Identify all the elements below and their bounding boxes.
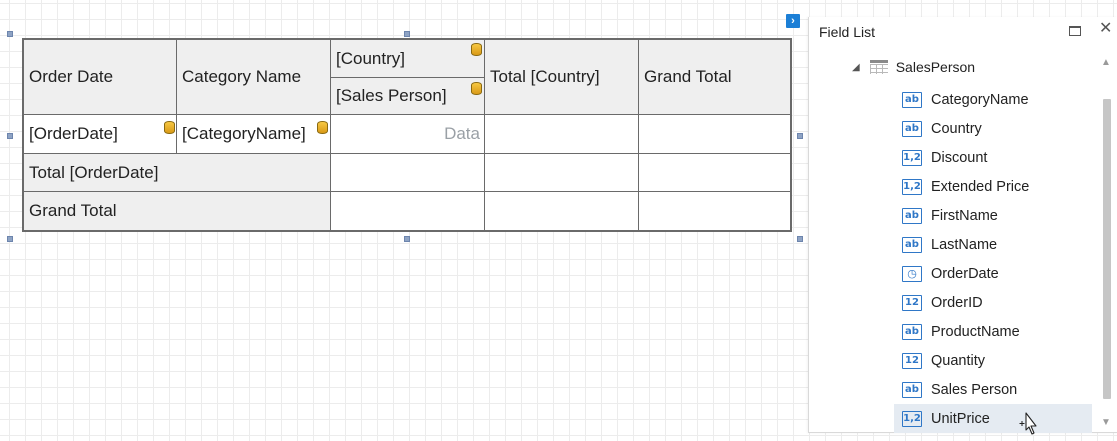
total-order-date-row[interactable]: Total [OrderDate] (24, 154, 331, 192)
maximize-icon[interactable] (1069, 26, 1081, 36)
field-item-label: UnitPrice (931, 410, 990, 427)
total-country-cell[interactable] (485, 115, 639, 154)
database-field-icon (164, 121, 175, 134)
collapse-arrow-icon[interactable]: ◢ (852, 62, 860, 73)
database-field-icon (471, 82, 482, 95)
field-item-label: LastName (931, 236, 998, 253)
category-name-row-field-label: [CategoryName] (182, 124, 306, 143)
decimal-type-icon: 1,2 (902, 149, 922, 166)
field-item-label: CategoryName (931, 91, 1029, 108)
sales-person-column-field-label: [Sales Person] (336, 86, 447, 105)
database-field-icon (317, 121, 328, 134)
resize-handle-left[interactable] (7, 133, 13, 139)
string-type-icon: ab (902, 120, 922, 137)
field-item[interactable]: ab CategoryName (902, 85, 1100, 114)
resize-handle-top-left[interactable] (7, 31, 13, 37)
string-type-icon: ab (902, 236, 922, 253)
tree-node-salesperson[interactable]: ◢ SalesPerson (852, 57, 975, 77)
resize-handle-bottom[interactable] (404, 236, 410, 242)
pivot-grid[interactable]: Order Date Category Name [Country] [Sale… (22, 38, 792, 232)
order-date-header[interactable]: Order Date (24, 40, 177, 115)
grand-total-cell[interactable] (639, 115, 790, 154)
scroll-down-arrow-icon[interactable]: ▼ (1101, 417, 1111, 428)
field-item[interactable]: ab LastName (902, 230, 1100, 259)
smart-tag-button[interactable]: › (786, 14, 800, 28)
tree-node-label: SalesPerson (895, 59, 976, 75)
field-item[interactable]: ab FirstName (902, 201, 1100, 230)
field-item-label: Extended Price (931, 178, 1030, 195)
field-item[interactable]: ◷ OrderDate (902, 259, 1100, 288)
country-column-field-label: [Country] (336, 48, 405, 68)
mouse-pointer-icon (1019, 412, 1037, 435)
data-cell[interactable]: Data (331, 115, 485, 154)
datetime-type-icon: ◷ (902, 265, 922, 282)
field-item-label: Sales Person (931, 381, 1018, 398)
order-date-row-field[interactable]: [OrderDate] (24, 115, 177, 154)
grand-total-column-header[interactable]: Grand Total (639, 40, 790, 115)
order-date-row-field-label: [OrderDate] (29, 124, 118, 143)
string-type-icon: ab (902, 381, 922, 398)
resize-handle-bottom-left[interactable] (7, 236, 13, 242)
field-item[interactable]: ab ProductName (902, 317, 1100, 346)
field-item-label: Country (931, 120, 982, 137)
field-item-label: Quantity (931, 352, 985, 369)
grand-total-data-cell[interactable] (331, 192, 485, 230)
field-item[interactable]: 1,2 Extended Price (902, 172, 1100, 201)
field-item[interactable]: 12 Quantity (902, 346, 1100, 375)
field-item-label: OrderID (931, 294, 983, 311)
string-type-icon: ab (902, 91, 922, 108)
field-item[interactable]: ab Sales Person (902, 375, 1100, 404)
scroll-up-arrow-icon[interactable]: ▲ (1101, 57, 1111, 68)
field-item[interactable]: ab Country (902, 114, 1100, 143)
grand-total-grand-total-cell[interactable] (639, 192, 790, 230)
grand-total-row[interactable]: Grand Total (24, 192, 331, 230)
vertical-scrollbar[interactable]: ▲ ▼ (1098, 57, 1115, 433)
field-item-label: ProductName (931, 323, 1020, 340)
total-order-date-data-cell[interactable] (331, 154, 485, 192)
sales-person-column-field[interactable]: [Sales Person] (331, 78, 485, 115)
field-list-title: Field List (819, 24, 876, 40)
field-item[interactable]: 1,2 UnitPrice (894, 404, 1092, 433)
category-name-row-field[interactable]: [CategoryName] (177, 115, 331, 154)
string-type-icon: ab (902, 207, 922, 224)
field-item-label: OrderDate (931, 265, 999, 282)
database-field-icon (471, 43, 482, 56)
scrollbar-thumb[interactable] (1103, 99, 1111, 399)
grand-total-country-total-cell[interactable] (485, 192, 639, 230)
field-item[interactable]: 1,2 Discount (902, 143, 1100, 172)
resize-handle-bottom-right[interactable] (797, 236, 803, 242)
category-name-header[interactable]: Category Name (177, 40, 331, 115)
close-icon[interactable]: ✕ (1099, 20, 1112, 38)
resize-handle-top[interactable] (404, 31, 410, 37)
total-country-header[interactable]: Total [Country] (485, 40, 639, 115)
table-icon (869, 60, 888, 74)
field-item-label: Discount (931, 149, 988, 166)
integer-type-icon: 12 (902, 352, 922, 369)
decimal-type-icon: 1,2 (902, 178, 922, 195)
integer-type-icon: 12 (902, 294, 922, 311)
field-list-panel: Field List ✕ ◢ SalesPerson ab CategoryNam… (808, 17, 1117, 433)
total-order-date-country-total-cell[interactable] (485, 154, 639, 192)
field-item[interactable]: 12 OrderID (902, 288, 1100, 317)
country-column-field[interactable]: [Country] (331, 40, 485, 78)
resize-handle-right[interactable] (797, 133, 803, 139)
total-order-date-grand-total-cell[interactable] (639, 154, 790, 192)
string-type-icon: ab (902, 323, 922, 340)
field-item-label: FirstName (931, 207, 998, 224)
decimal-type-icon: 1,2 (902, 410, 922, 427)
